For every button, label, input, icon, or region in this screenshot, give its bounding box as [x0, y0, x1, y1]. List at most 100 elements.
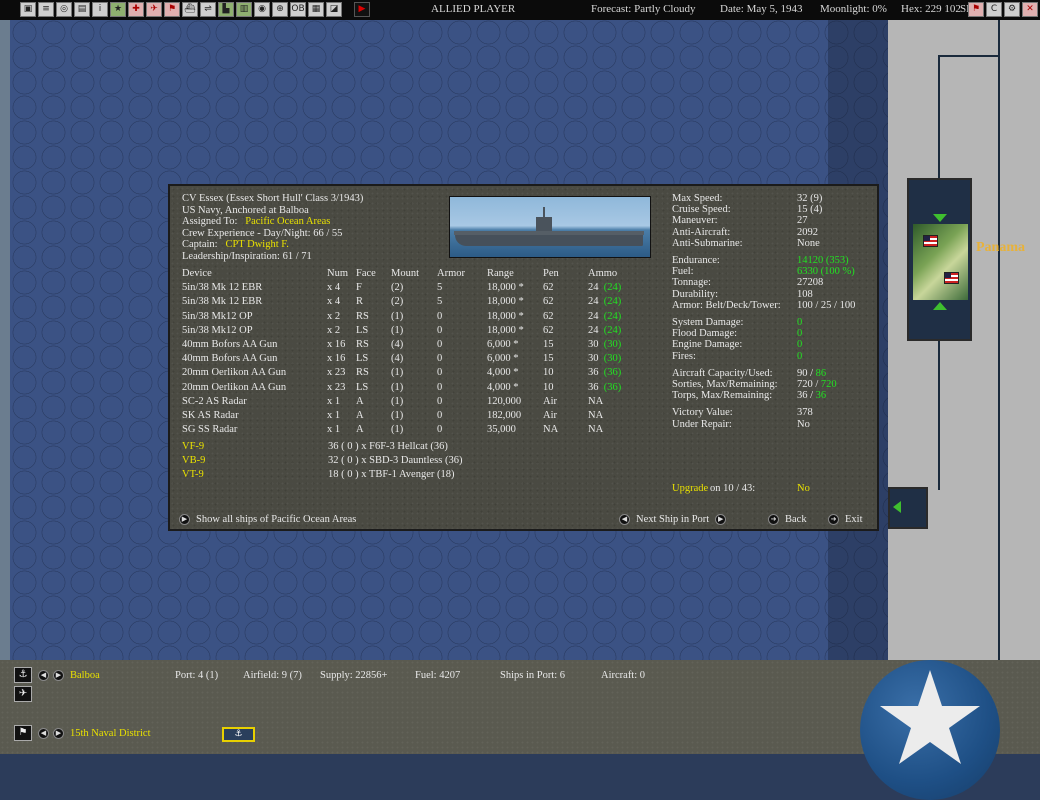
- intel-icon[interactable]: ◎: [56, 2, 72, 17]
- device-device: SC-2 AS Radar: [182, 395, 247, 407]
- device-range: 120,000: [487, 395, 522, 407]
- endurance-label: Endurance:: [672, 255, 720, 267]
- torps-remaining-value: 36: [815, 390, 827, 402]
- squadron-name[interactable]: VB-9: [182, 454, 328, 468]
- calculator-icon[interactable]: ▦: [308, 2, 324, 17]
- center-icon[interactable]: C: [986, 2, 1002, 17]
- save-icon[interactable]: ◪: [326, 2, 342, 17]
- anti-aircraft-label: Anti-Aircraft:: [672, 226, 731, 238]
- victory-value-label: Victory Value:: [672, 407, 733, 419]
- ob-icon[interactable]: OB: [290, 2, 306, 17]
- next-ship-button[interactable]: ◀ Next Ship in Port ▶: [619, 514, 727, 525]
- target-icon[interactable]: ⊕: [272, 2, 288, 17]
- flag-icon[interactable]: ⚑: [14, 725, 32, 741]
- map-icon[interactable]: ▣: [20, 2, 36, 17]
- air-group-row[interactable]: VF-9 36 ( 0 ) x F6F-3 Hellcat (36): [182, 440, 462, 454]
- device-row[interactable]: 5in/38 Mk 12 EBR x 4 F (2) 5 18,000 * 62 24 (24…: [182, 282, 648, 296]
- squadron-name[interactable]: VF-9: [182, 440, 328, 454]
- device-face: A: [356, 395, 364, 407]
- play-icon[interactable]: ▶: [354, 2, 370, 17]
- naval-district[interactable]: 15th Naval District: [70, 728, 150, 739]
- map-left-edge: [0, 20, 10, 660]
- device-ammo: 36 (36): [588, 367, 648, 381]
- unit-counter-icon[interactable]: ⚓: [222, 727, 255, 742]
- prev-arrow-icon[interactable]: ◀: [38, 670, 49, 681]
- next-arrow-icon[interactable]: ▶: [53, 670, 64, 681]
- info-icon[interactable]: i: [92, 2, 108, 17]
- crew-experience: Crew Experience - Day/Night: 66 / 55: [182, 227, 343, 239]
- upgrade-link[interactable]: Upgrade: [672, 483, 710, 494]
- show-all-ships-button[interactable]: ▶ Show all ships of Pacific Ocean Areas: [179, 514, 362, 525]
- minimap-hex[interactable]: [888, 487, 928, 529]
- device-row[interactable]: SK AS Radar x 1 A (1) 0 182,000 Air NA: [182, 410, 648, 424]
- aircraft-count[interactable]: Aircraft: 0: [601, 670, 645, 681]
- victory-value: 378: [797, 407, 813, 419]
- device-row[interactable]: 5in/38 Mk 12 EBR x 4 R (2) 5 18,000 * 62 24 (24…: [182, 296, 648, 310]
- device-device: 5in/38 Mk 12 EBR: [182, 296, 263, 308]
- medical-cross-icon[interactable]: ✚: [128, 2, 144, 17]
- air-group-row[interactable]: VT-9 18 ( 0 ) x TBF-1 Avenger (18): [182, 468, 462, 482]
- report-icon[interactable]: ▤: [74, 2, 90, 17]
- device-row[interactable]: SC-2 AS Radar x 1 A (1) 0 120,000 Air NA: [182, 396, 648, 410]
- ammo-value: 24: [588, 282, 599, 294]
- device-num: x 1: [327, 424, 341, 436]
- airplane-icon[interactable]: ✈: [14, 686, 32, 702]
- aircraft-used-value: 86: [815, 367, 827, 379]
- device-device: 40mm Bofors AA Gun: [182, 338, 278, 350]
- device-row[interactable]: 5in/38 Mk12 OP x 2 RS (1) 0 18,000 * 62 24 (24): [182, 311, 648, 325]
- captain-value[interactable]: CPT Dwight F.: [225, 239, 288, 250]
- assigned-label: Assigned To:: [182, 216, 238, 227]
- arrow-left-icon[interactable]: ◀: [619, 514, 630, 525]
- aircraft-icon[interactable]: ✈: [146, 2, 162, 17]
- arrow-right-icon[interactable]: ▶: [715, 514, 727, 525]
- device-row[interactable]: 20mm Oerlikon AA Gun x 23 RS (1) 0 4,000 * 10 3…: [182, 367, 648, 381]
- prev-arrow-icon[interactable]: ◀: [38, 728, 49, 739]
- flag-toggle-icon[interactable]: ⚑: [968, 2, 984, 17]
- globe-icon[interactable]: ◉: [254, 2, 270, 17]
- document-icon[interactable]: ≡: [38, 2, 54, 17]
- sorties-label: Sorties, Max/Remaining:: [672, 379, 778, 391]
- back-button[interactable]: ➜ Back: [768, 514, 813, 525]
- ammo-max-value: (24): [603, 310, 622, 322]
- next-arrow-icon[interactable]: ▶: [53, 728, 64, 739]
- device-ammo: NA: [588, 396, 648, 410]
- route-icon[interactable]: ⇌: [200, 2, 216, 17]
- ship-icon[interactable]: ⛴: [182, 2, 198, 17]
- device-pen: 62: [543, 296, 554, 308]
- device-ammo: 30 (30): [588, 339, 648, 353]
- close-icon[interactable]: ✕: [1022, 2, 1038, 17]
- port-hex-panel[interactable]: [907, 178, 972, 341]
- us-flag-icon: [944, 272, 959, 284]
- ammo-value: 30: [588, 338, 599, 350]
- device-row[interactable]: 40mm Bofors AA Gun x 16 LS (4) 0 6,000 * 15 30 …: [182, 353, 648, 367]
- device-ammo: 24 (24): [588, 296, 648, 310]
- port-name[interactable]: Balboa: [70, 670, 100, 681]
- star-icon[interactable]: ★: [110, 2, 126, 17]
- device-armor: 0: [437, 395, 443, 407]
- exit-button[interactable]: ➜ Exit: [828, 514, 869, 525]
- col-range: Range: [487, 268, 514, 279]
- squadron-name[interactable]: VT-9: [182, 468, 328, 482]
- anchor-icon[interactable]: ⚓: [14, 667, 32, 683]
- ship-stats: Max Speed: 32 (9) Cruise Speed: 15 (4) Man…: [672, 193, 855, 430]
- armor-label: Armor: Belt/Deck/Tower:: [672, 299, 781, 311]
- device-device: 20mm Oerlikon AA Gun: [182, 367, 287, 379]
- device-row[interactable]: 5in/38 Mk12 OP x 2 LS (1) 0 18,000 * 62 24 (24): [182, 325, 648, 339]
- device-table: Device Num Face Mount Armor Range Pen Am…: [182, 268, 648, 438]
- base-icon[interactable]: ▙: [218, 2, 234, 17]
- device-device: 20mm Oerlikon AA Gun: [182, 381, 287, 393]
- under-repair-value: No: [797, 418, 810, 430]
- air-group-row[interactable]: VB-9 32 ( 0 ) x SBD-3 Dauntless (36): [182, 454, 462, 468]
- device-ammo: 30 (30): [588, 353, 648, 367]
- settings-icon[interactable]: ⚙: [1004, 2, 1020, 17]
- chart-icon[interactable]: ▥: [236, 2, 252, 17]
- device-row[interactable]: 40mm Bofors AA Gun x 16 RS (4) 0 6,000 * 15 30 …: [182, 339, 648, 353]
- ships-in-port[interactable]: Ships in Port: 6: [500, 670, 565, 681]
- anti-aircraft-value: 2092: [797, 226, 818, 238]
- device-row[interactable]: 20mm Oerlikon AA Gun x 23 LS (1) 0 4,000 * 10 3…: [182, 382, 648, 396]
- assigned-value[interactable]: Pacific Ocean Areas: [245, 216, 330, 227]
- flag-icon[interactable]: ⚑: [164, 2, 180, 17]
- fires-label: Fires:: [672, 350, 696, 362]
- device-row[interactable]: SG SS Radar x 1 A (1) 0 35,000 NA NA: [182, 424, 648, 438]
- ammo-value: 30: [588, 353, 599, 365]
